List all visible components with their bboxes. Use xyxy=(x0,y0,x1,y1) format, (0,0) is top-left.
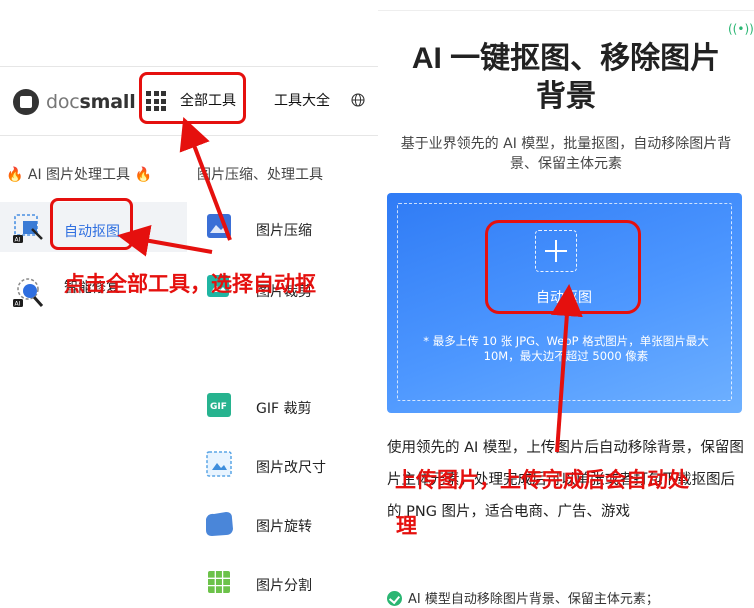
annotation-box-all-tools xyxy=(139,72,246,124)
site-logo[interactable]: docsmall xyxy=(46,89,136,115)
menu-item-image-resize[interactable]: 图片改尺寸 xyxy=(256,457,326,477)
menu-item-image-rotate[interactable]: 图片旋转 xyxy=(256,516,312,536)
page-title-line2: 背景 xyxy=(536,80,596,113)
image-resize-icon xyxy=(206,451,232,477)
menu-item-gif-crop[interactable]: GIF 裁剪 xyxy=(256,398,311,418)
page-subtitle: 基于业界领先的 AI 模型，批量抠图，自动移除图片背景、保留主体元素 xyxy=(400,136,732,172)
feature-list-item: AI 模型自动移除图片背景、保留主体元素； xyxy=(387,588,747,607)
image-split-icon xyxy=(208,571,230,593)
annotation-left-instruction: 点击全部工具，选择自动抠 xyxy=(64,272,316,296)
nav-tools-collection[interactable]: 工具大全 xyxy=(274,91,330,111)
category-image-tools: 图片压缩、处理工具 xyxy=(197,167,323,183)
auto-matting-icon: AI xyxy=(13,214,43,244)
annotation-right-instruction-line2: 理 xyxy=(396,514,417,538)
svg-text:AI: AI xyxy=(15,237,21,244)
menu-item-image-split[interactable]: 图片分割 xyxy=(256,575,312,595)
annotation-box-upload xyxy=(485,220,641,314)
page-title: AI 一键抠图、移除图片 背景 xyxy=(388,40,744,116)
blank-area xyxy=(0,0,378,66)
svg-text:AI: AI xyxy=(15,301,21,308)
language-globe-icon[interactable] xyxy=(351,93,365,107)
smart-repair-icon: AI xyxy=(13,278,44,308)
category-ai-tools: 🔥 AI 图片处理工具 🔥 xyxy=(6,167,152,183)
logo-icon[interactable] xyxy=(13,89,39,115)
annotation-box-auto-matting xyxy=(50,198,133,250)
divider xyxy=(378,10,754,11)
upload-limits-note: * 最多上传 10 张 JPG、WebP 格式图片，单张图片最大 10M，最大边… xyxy=(423,334,709,363)
menu-item-image-compress[interactable]: 图片压缩 xyxy=(256,220,312,240)
gif-crop-icon: GIF xyxy=(207,393,231,417)
broadcast-icon: ((•)) xyxy=(728,22,754,36)
image-rotate-icon xyxy=(206,512,233,536)
image-compress-icon xyxy=(207,214,231,238)
svg-text:GIF: GIF xyxy=(210,402,227,412)
annotation-right-instruction-line1: 上传图片，上传完成后会自动处 xyxy=(395,468,689,492)
logo-prefix: doc xyxy=(46,91,80,113)
page-title-line1: AI 一键抠图、移除图片 xyxy=(411,42,721,75)
logo-suffix: small xyxy=(79,91,136,113)
check-icon xyxy=(387,591,402,606)
feature-text: AI 模型自动移除图片背景、保留主体元素； xyxy=(408,592,659,607)
